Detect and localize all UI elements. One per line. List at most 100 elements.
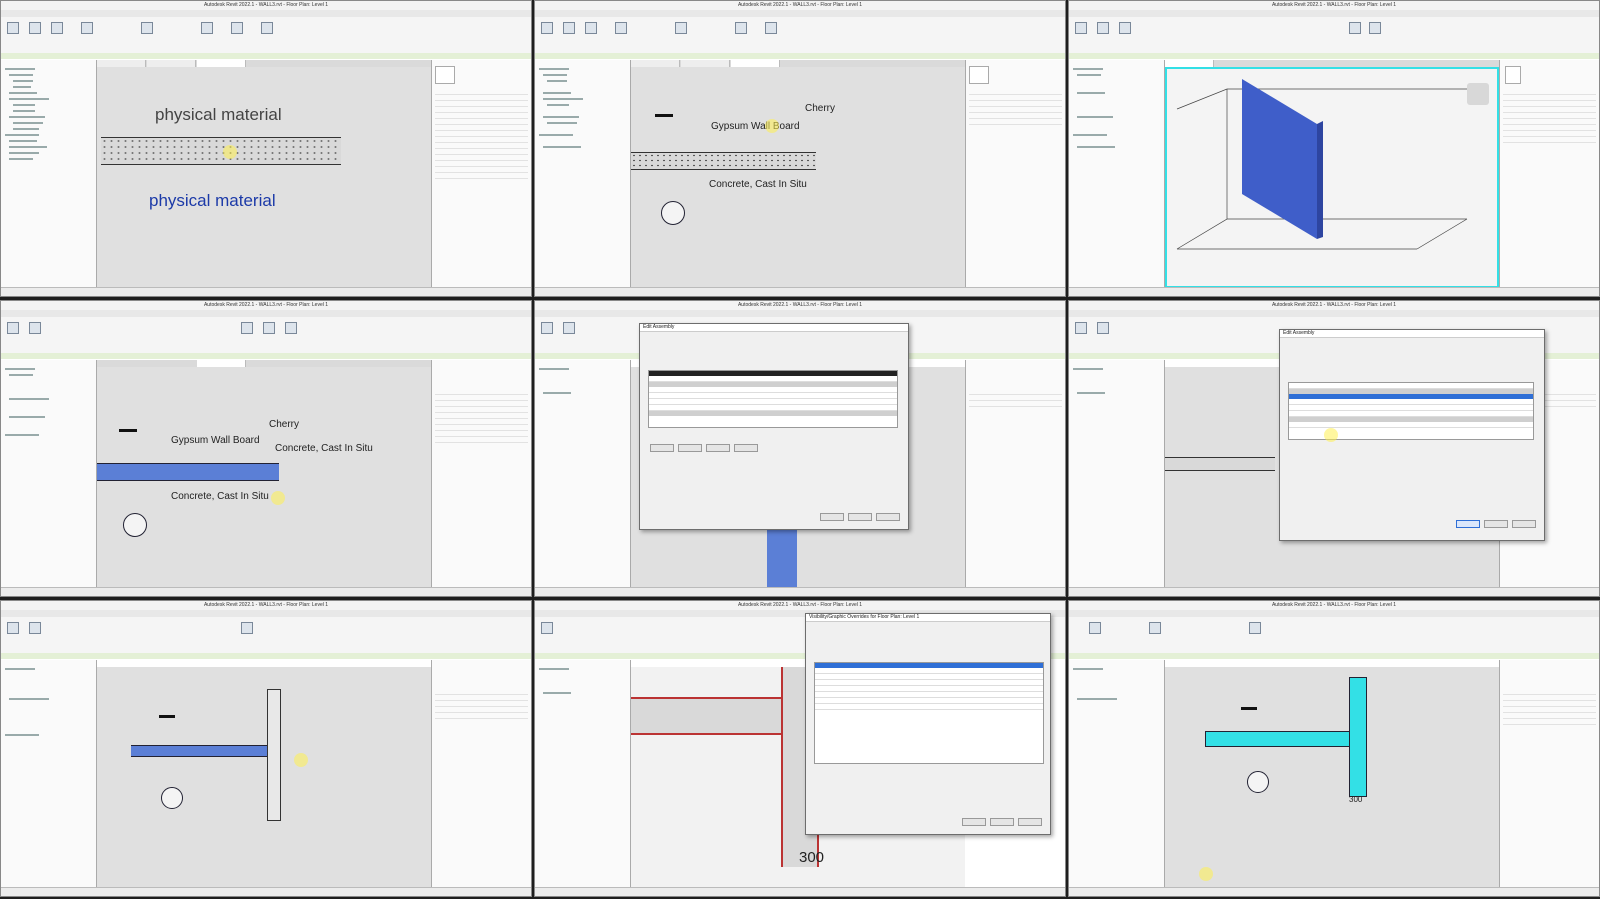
tab-level-1[interactable]	[731, 60, 780, 67]
section-head-icon[interactable]	[661, 201, 685, 225]
view-tool-icon[interactable]	[201, 22, 213, 34]
section-head-icon[interactable]	[123, 513, 147, 537]
selected-wall-vertical[interactable]	[767, 527, 797, 587]
visibility-graphics-dialog[interactable]: Visibility/Graphic Overrides for Floor P…	[805, 613, 1051, 835]
cancel-button[interactable]	[990, 818, 1014, 826]
edit-assembly-dialog[interactable]: Edit Assembly	[1279, 329, 1545, 541]
attach-top-icon[interactable]	[285, 322, 297, 334]
view-tabs[interactable]	[97, 360, 431, 367]
edit-assembly-dialog[interactable]: Edit Assembly	[639, 323, 909, 530]
project-browser[interactable]	[1069, 60, 1165, 288]
layers-table[interactable]	[648, 370, 898, 428]
ok-button[interactable]	[820, 513, 844, 521]
view-cube-icon[interactable]	[1467, 83, 1489, 105]
edit-profile-icon[interactable]	[241, 322, 253, 334]
properties-tool-icon[interactable]	[563, 22, 575, 34]
ribbon-tabs[interactable]	[1, 310, 531, 317]
tab-3d[interactable]	[681, 60, 730, 67]
create-tool-icon[interactable]	[261, 22, 273, 34]
help-button[interactable]	[1018, 818, 1042, 826]
ribbon-tabs[interactable]	[1, 10, 531, 17]
ribbon-tabs[interactable]	[1069, 10, 1599, 17]
measure-tool-icon[interactable]	[231, 22, 243, 34]
ok-button[interactable]	[962, 818, 986, 826]
drawing-area[interactable]: Cherry Gypsum Wall Board Concrete, Cast …	[97, 367, 431, 588]
view-tabs[interactable]	[1165, 60, 1499, 67]
view-tabs[interactable]	[631, 60, 965, 67]
clipboard-tool-icon[interactable]	[1119, 22, 1131, 34]
cancel-button[interactable]	[848, 513, 872, 521]
tab-3d[interactable]	[1165, 60, 1214, 67]
geometry-tool-icon[interactable]	[615, 22, 627, 34]
modify-tool-icon[interactable]	[1075, 322, 1087, 334]
view-tool-icon[interactable]	[735, 22, 747, 34]
project-browser[interactable]	[535, 660, 631, 888]
clipboard-tool-icon[interactable]	[585, 22, 597, 34]
section-head-icon[interactable]	[161, 787, 183, 809]
selected-wall[interactable]	[97, 463, 279, 481]
cancel-button[interactable]	[1484, 520, 1508, 528]
properties-tool-icon[interactable]	[1097, 22, 1109, 34]
transfer-standards-icon[interactable]	[1249, 622, 1261, 634]
properties-tool-icon[interactable]	[29, 622, 41, 634]
tab-wall-material-takeoff[interactable]	[631, 60, 680, 67]
drawing-area-3d[interactable]	[1165, 67, 1499, 288]
properties-tool-icon[interactable]	[1097, 322, 1109, 334]
selected-wall[interactable]	[131, 745, 281, 757]
project-browser[interactable]	[1069, 660, 1165, 888]
properties-palette[interactable]	[431, 660, 531, 888]
ribbon-tabs[interactable]	[1069, 610, 1599, 617]
object-styles-icon[interactable]	[1089, 622, 1101, 634]
clipboard-tool-icon[interactable]	[51, 22, 63, 34]
wall-plan[interactable]	[1165, 457, 1275, 471]
properties-tool-icon[interactable]	[29, 322, 41, 334]
properties-tool-icon[interactable]	[29, 22, 41, 34]
ribbon-tabs[interactable]	[535, 10, 1065, 17]
edit-profile-icon[interactable]	[241, 622, 253, 634]
project-browser[interactable]	[535, 60, 631, 288]
ribbon-tabs[interactable]	[535, 310, 1065, 317]
help-button[interactable]	[876, 513, 900, 521]
modify-panel-icon[interactable]	[675, 22, 687, 34]
ribbon-tabs[interactable]	[1, 610, 531, 617]
category-table[interactable]	[814, 662, 1044, 764]
modify-panel-icon[interactable]	[141, 22, 153, 34]
tab-3d[interactable]	[147, 60, 196, 67]
drawing-area[interactable]	[97, 667, 431, 888]
ok-button[interactable]	[1456, 520, 1480, 528]
delete-button[interactable]	[678, 444, 702, 452]
project-browser[interactable]	[1, 360, 97, 588]
analytical-tool-icon[interactable]	[1349, 22, 1361, 34]
cyan-wall-horizontal[interactable]	[1205, 731, 1353, 747]
tab-wall-material-takeoff[interactable]	[97, 60, 146, 67]
modify-tool-icon[interactable]	[7, 22, 19, 34]
help-button[interactable]	[1512, 520, 1536, 528]
tab-level-1[interactable]	[197, 360, 246, 367]
wall-opening-icon[interactable]	[263, 322, 275, 334]
properties-palette[interactable]	[965, 60, 1065, 288]
drawing-area[interactable]: Cherry Gypsum Wall Board Concrete, Cast …	[631, 67, 965, 288]
ribbon-tabs[interactable]	[1069, 310, 1599, 317]
tab-level-1[interactable]	[197, 60, 246, 67]
modify-tool-icon[interactable]	[541, 22, 553, 34]
wall-plan[interactable]	[101, 137, 341, 165]
properties-palette[interactable]	[1499, 660, 1599, 888]
modify-tool-icon[interactable]	[541, 322, 553, 334]
analytical-tool-icon-2[interactable]	[1369, 22, 1381, 34]
properties-palette[interactable]	[431, 360, 531, 588]
project-parameters-icon[interactable]	[1149, 622, 1161, 634]
project-browser[interactable]	[1, 660, 97, 888]
modify-tool-icon[interactable]	[541, 622, 553, 634]
project-browser[interactable]	[535, 360, 631, 588]
down-button[interactable]	[734, 444, 758, 452]
geometry-tool-icon[interactable]	[81, 22, 93, 34]
properties-palette[interactable]	[431, 60, 531, 288]
modify-tool-icon[interactable]	[1075, 22, 1087, 34]
modify-tool-icon[interactable]	[7, 322, 19, 334]
project-browser[interactable]	[1, 60, 97, 288]
properties-palette[interactable]	[965, 360, 1065, 588]
properties-tool-icon[interactable]	[563, 322, 575, 334]
drawing-area[interactable]: 300	[1165, 667, 1499, 888]
wall-plan[interactable]	[631, 152, 816, 170]
properties-palette[interactable]	[1499, 60, 1599, 288]
